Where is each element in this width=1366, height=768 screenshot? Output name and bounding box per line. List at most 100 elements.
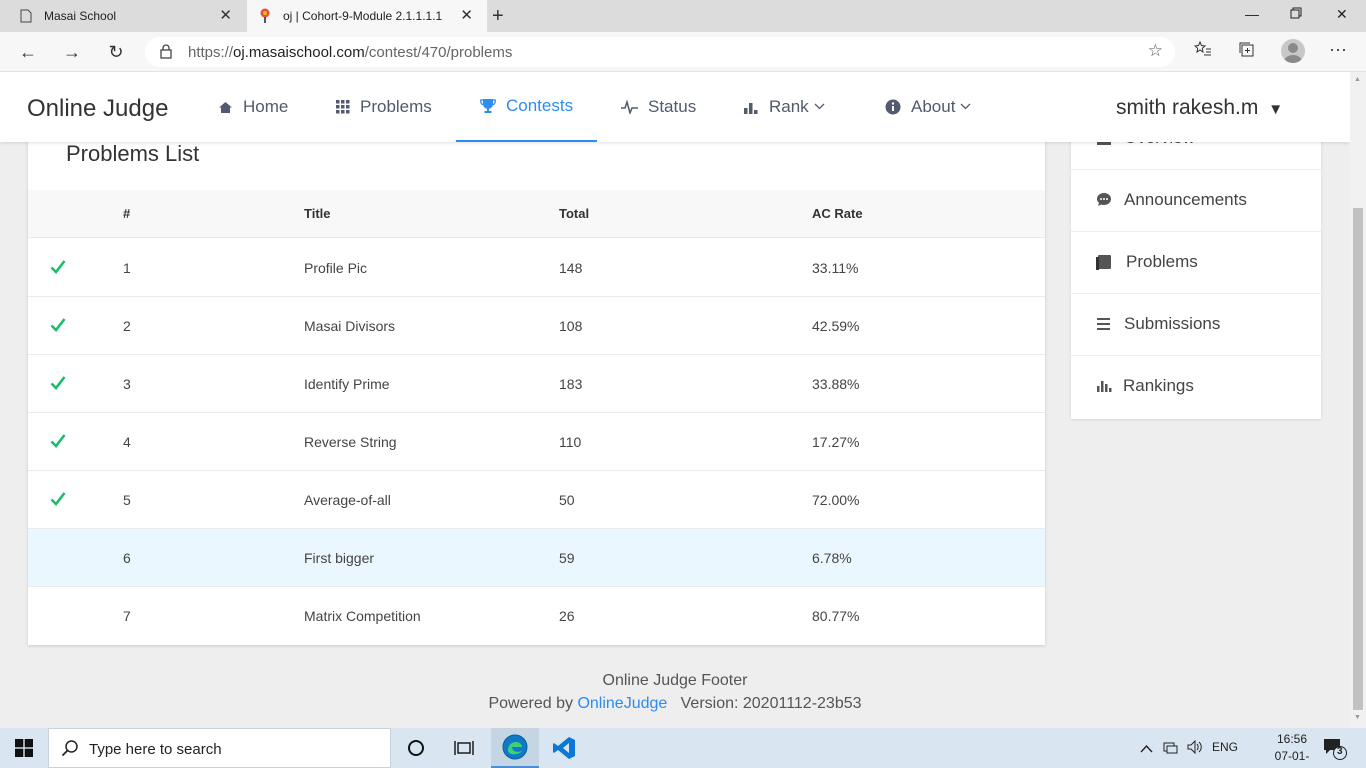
minimize-icon[interactable]: — bbox=[1245, 6, 1259, 22]
table-row[interactable]: 2 Masai Divisors 108 42.59% bbox=[28, 297, 1045, 355]
page-icon bbox=[18, 8, 34, 24]
taskbar-vscode[interactable] bbox=[540, 728, 588, 768]
scrollbar-thumb[interactable] bbox=[1353, 208, 1363, 710]
tab-title: Masai School bbox=[44, 9, 117, 23]
problem-total: 26 bbox=[559, 608, 575, 624]
tab-oj-contest[interactable]: oj | Cohort-9-Module 2.1.1.1.1 ✕ bbox=[247, 0, 487, 32]
task-view-button[interactable] bbox=[440, 728, 488, 768]
top-navbar: Online Judge Home Problems Contests Stat… bbox=[0, 72, 1350, 142]
page-scrollbar[interactable]: ▲ ▼ bbox=[1350, 72, 1366, 728]
nav-rank[interactable]: Rank bbox=[744, 72, 825, 142]
table-row[interactable]: 7 Matrix Competition 26 80.77% bbox=[28, 587, 1045, 645]
nav-label: Home bbox=[243, 97, 289, 116]
problem-title[interactable]: Average-of-all bbox=[304, 492, 391, 508]
collections-icon[interactable] bbox=[1238, 41, 1255, 63]
problem-title[interactable]: First bigger bbox=[304, 550, 374, 566]
close-window-icon[interactable]: ✕ bbox=[1336, 6, 1348, 23]
volume-icon[interactable] bbox=[1187, 739, 1203, 757]
problems-list-title: Problems List bbox=[66, 141, 200, 166]
scroll-down-icon[interactable]: ▼ bbox=[1354, 714, 1361, 721]
sidebar-item-label: Submissions bbox=[1124, 314, 1221, 333]
lock-icon[interactable] bbox=[160, 44, 172, 64]
table-row[interactable]: 1 Profile Pic 148 33.11% bbox=[28, 239, 1045, 297]
sidebar-item-label: Rankings bbox=[1123, 376, 1194, 395]
cortana-button[interactable] bbox=[392, 728, 440, 768]
sidebar-item-rankings[interactable]: Rankings bbox=[1071, 356, 1321, 418]
nav-problems[interactable]: Problems bbox=[336, 72, 432, 142]
sidebar-item-problems[interactable]: Problems bbox=[1071, 232, 1321, 294]
back-icon[interactable]: ← bbox=[16, 40, 40, 64]
system-clock[interactable]: 16:56 07-01-2021 bbox=[1264, 731, 1320, 768]
oj-favicon bbox=[257, 8, 273, 24]
url-prefix: https:// bbox=[188, 44, 234, 61]
taskbar-edge[interactable] bbox=[491, 728, 539, 768]
nav-label: Rank bbox=[769, 97, 809, 116]
site-brand[interactable]: Online Judge bbox=[27, 95, 168, 123]
favorites-icon[interactable] bbox=[1193, 40, 1212, 62]
language-indicator[interactable]: ENG bbox=[1212, 740, 1238, 754]
scroll-up-icon[interactable]: ▲ bbox=[1354, 76, 1361, 83]
nav-home[interactable]: Home bbox=[218, 72, 288, 142]
close-tab-icon[interactable]: ✕ bbox=[460, 8, 473, 24]
problem-id: 3 bbox=[123, 376, 131, 392]
nav-contests[interactable]: Contests bbox=[456, 72, 597, 142]
refresh-icon[interactable]: ↻ bbox=[104, 40, 128, 64]
table-row[interactable]: 4 Reverse String 110 17.27% bbox=[28, 413, 1045, 471]
problem-title[interactable]: Identify Prime bbox=[304, 376, 390, 392]
problem-ac-rate: 33.88% bbox=[812, 376, 860, 392]
problem-total: 50 bbox=[559, 492, 575, 508]
close-tab-icon[interactable]: ✕ bbox=[219, 8, 232, 24]
clock-time: 16:56 bbox=[1276, 732, 1308, 746]
nav-about[interactable]: About bbox=[885, 72, 971, 142]
restore-icon[interactable] bbox=[1290, 6, 1302, 22]
column-total[interactable]: Total bbox=[559, 206, 589, 221]
nav-status[interactable]: Status bbox=[621, 72, 696, 142]
problem-total: 110 bbox=[559, 434, 582, 450]
sidebar-item-submissions[interactable]: Submissions bbox=[1071, 294, 1321, 356]
problem-total: 59 bbox=[559, 550, 575, 566]
info-icon bbox=[885, 99, 901, 115]
caret-down-icon: ▼ bbox=[1268, 101, 1284, 118]
problem-title[interactable]: Reverse String bbox=[304, 434, 397, 450]
problem-total: 183 bbox=[559, 376, 583, 392]
sidebar-item-announcements[interactable]: Announcements bbox=[1071, 170, 1321, 232]
start-button[interactable] bbox=[0, 728, 48, 768]
column-title[interactable]: Title bbox=[304, 206, 331, 221]
column-id[interactable]: # bbox=[123, 206, 130, 221]
show-hidden-icons[interactable] bbox=[1140, 740, 1153, 756]
table-header: # Title Total AC Rate bbox=[28, 190, 1045, 238]
table-row[interactable]: 6 First bigger 59 6.78% bbox=[28, 529, 1045, 587]
new-tab-icon[interactable]: + bbox=[492, 5, 504, 28]
url-path: /contest/470/problems bbox=[364, 44, 513, 61]
column-ac-rate[interactable]: AC Rate bbox=[812, 206, 863, 221]
forward-icon[interactable]: → bbox=[60, 40, 84, 64]
favorite-star-icon[interactable]: ☆ bbox=[1148, 41, 1163, 61]
nav-label: About bbox=[911, 97, 956, 116]
onlinejudge-link[interactable]: OnlineJudge bbox=[577, 695, 667, 712]
sidebar-item-label: Announcements bbox=[1124, 190, 1247, 209]
network-icon[interactable] bbox=[1163, 740, 1181, 757]
browser-tab-bar: Masai School ✕ oj | Cohort-9-Module 2.1.… bbox=[0, 0, 1366, 32]
problem-title[interactable]: Masai Divisors bbox=[304, 318, 395, 334]
problem-total: 108 bbox=[559, 318, 583, 334]
problem-title[interactable]: Matrix Competition bbox=[304, 608, 421, 624]
user-menu[interactable]: smith rakesh.m ▼ bbox=[1116, 96, 1283, 120]
notification-center[interactable]: 3 bbox=[1322, 737, 1348, 766]
problem-id: 6 bbox=[123, 550, 131, 566]
table-row[interactable]: 3 Identify Prime 183 33.88% bbox=[28, 355, 1045, 413]
windows-taskbar: Type here to search ENG 16:56 07-01-2021… bbox=[0, 728, 1366, 768]
version-text: Version: 20201112-23b53 bbox=[680, 695, 862, 712]
tab-masai-school[interactable]: Masai School ✕ bbox=[0, 0, 246, 32]
profile-avatar-icon[interactable] bbox=[1281, 39, 1305, 63]
problem-title[interactable]: Profile Pic bbox=[304, 260, 367, 276]
url-text: https://oj.masaischool.com/contest/470/p… bbox=[188, 44, 512, 61]
problem-ac-rate: 33.11% bbox=[812, 260, 859, 276]
table-row[interactable]: 5 Average-of-all 50 72.00% bbox=[28, 471, 1045, 529]
url-bar[interactable]: https://oj.masaischool.com/contest/470/p… bbox=[145, 37, 1175, 67]
page-viewport: Problems List # Title Total AC Rate 1 Pro… bbox=[0, 72, 1366, 728]
more-menu-icon[interactable]: ··· bbox=[1329, 39, 1347, 60]
windows-logo-icon bbox=[15, 739, 33, 757]
book-icon bbox=[1095, 253, 1113, 271]
taskbar-search[interactable]: Type here to search bbox=[48, 728, 391, 768]
check-icon bbox=[50, 259, 66, 280]
